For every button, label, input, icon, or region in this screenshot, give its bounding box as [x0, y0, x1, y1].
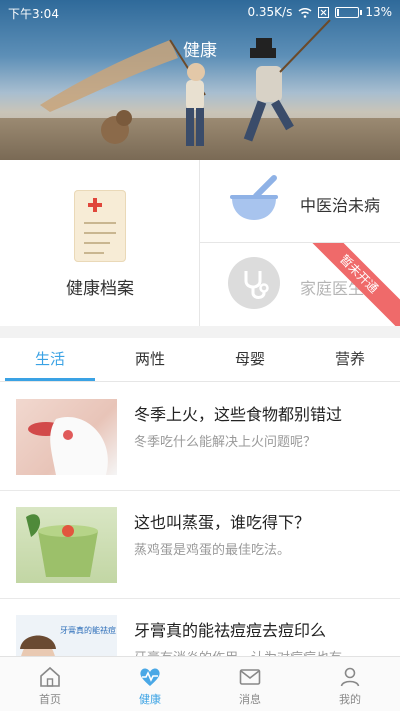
active-tab-indicator: [5, 378, 95, 381]
heart-pulse-icon: [140, 668, 160, 686]
article-description: 蒸鸡蛋是鸡蛋的最佳吃法。: [134, 543, 291, 558]
nav-label: 首页: [39, 693, 61, 706]
mortar-pestle-icon: [230, 175, 278, 220]
nav-label: 消息: [239, 693, 261, 706]
person-icon: [340, 667, 360, 687]
nav-label: 健康: [139, 693, 161, 706]
health-records-card[interactable]: 健康档案: [0, 160, 200, 326]
battery-icon: [335, 6, 363, 18]
nav-label: 我的: [339, 693, 361, 706]
nav-home[interactable]: 首页: [0, 657, 100, 712]
list-item[interactable]: 这也叫蒸蛋，谁吃得下？ 蒸鸡蛋是鸡蛋的最佳吃法。: [0, 491, 400, 599]
section-divider: [0, 326, 400, 338]
tab-life[interactable]: 生活: [0, 338, 100, 382]
nav-health[interactable]: 健康: [100, 657, 200, 712]
article-title: 这也叫蒸蛋，谁吃得下？: [134, 513, 311, 532]
home-icon: [40, 666, 60, 687]
article-title: 冬季上火，这些食物都别错过: [134, 405, 343, 424]
tcm-card[interactable]: 中医治未病: [200, 160, 400, 243]
article-description: 冬季吃什么能解决上火问题呢？: [134, 435, 317, 450]
family-doctor-card[interactable]: 家庭医生 暂未开通: [200, 243, 400, 326]
tab-nutrition[interactable]: 营养: [300, 338, 400, 382]
network-speed: 0.35K/s: [247, 5, 293, 19]
feature-grid: 健康档案 中医治未病 家庭医生 暂未开通: [0, 160, 400, 326]
stethoscope-icon: [228, 257, 280, 309]
status-bar: 下午3:04 0.35K/s 13%: [0, 0, 400, 24]
page-title: 健康: [183, 41, 217, 61]
tcm-label: 中医治未病: [300, 196, 381, 215]
document-icon: [74, 190, 126, 262]
article-title: 牙膏真的能祛痘痘去痘印么: [134, 621, 327, 640]
health-records-label: 健康档案: [66, 279, 134, 299]
bottom-navigation: 首页 健康 消息 我的: [0, 656, 400, 711]
sim-icon: [318, 6, 330, 18]
nav-profile[interactable]: 我的: [300, 657, 400, 712]
hero-illustration: [40, 19, 331, 146]
tab-sexual-health[interactable]: 两性: [100, 338, 200, 382]
tab-maternal-infant[interactable]: 母婴: [200, 338, 300, 382]
mail-icon: [239, 669, 261, 685]
battery-percent: 13%: [365, 5, 392, 19]
hero-banner: 下午3:04 0.35K/s 13% 健康: [0, 0, 400, 160]
article-thumbnail: [16, 507, 117, 583]
thumbnail-caption: 牙膏真的能祛痘: [60, 626, 116, 635]
article-thumbnail: [16, 399, 117, 475]
nav-messages[interactable]: 消息: [200, 657, 300, 712]
category-tabs: 生活 两性 母婴 营养: [0, 338, 400, 382]
wifi-icon: [298, 7, 312, 18]
list-item[interactable]: 冬季上火，这些食物都别错过 冬季吃什么能解决上火问题呢？: [0, 383, 400, 491]
status-time: 下午3:04: [8, 7, 59, 21]
